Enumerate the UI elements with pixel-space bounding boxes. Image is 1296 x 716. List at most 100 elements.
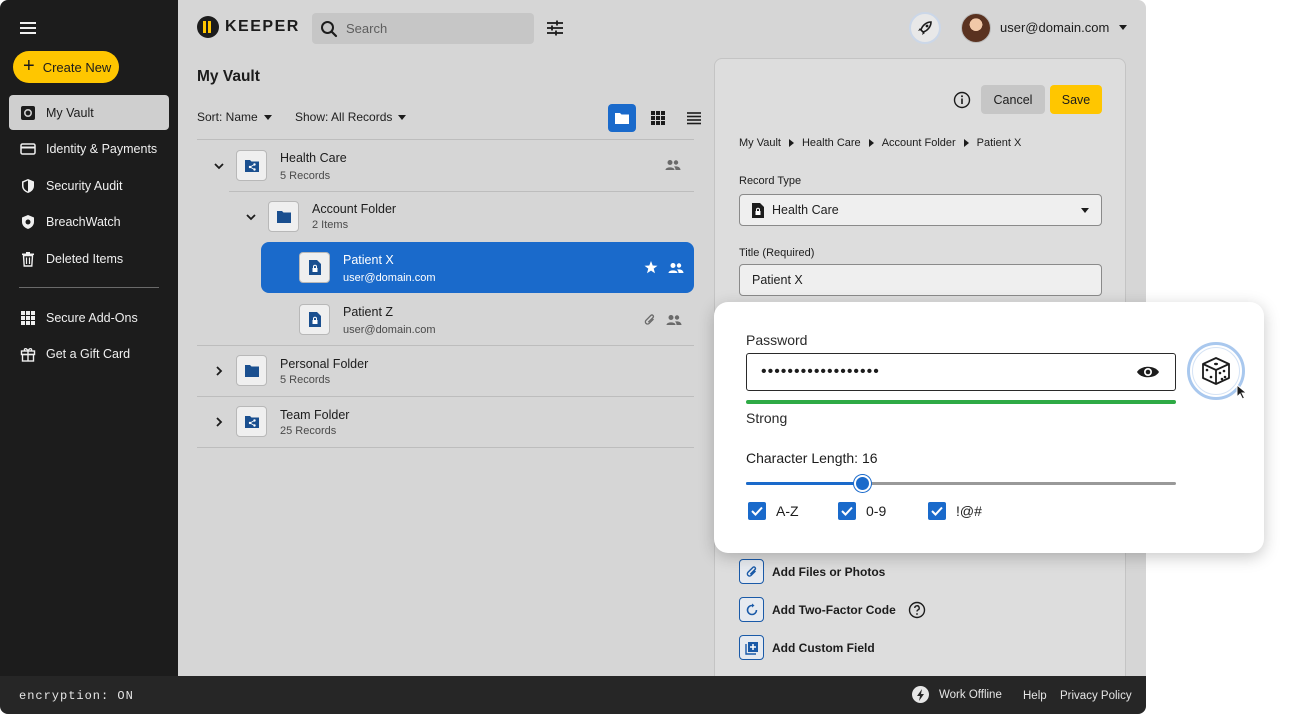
- privacy-policy-link[interactable]: Privacy Policy: [1060, 690, 1132, 702]
- shared-users-icon: [666, 315, 682, 325]
- sidebar-item-label: Get a Gift Card: [46, 347, 131, 362]
- keeper-logo-icon: [197, 16, 219, 38]
- search-icon: [321, 20, 338, 37]
- sidebar-item-secure-add-ons[interactable]: Secure Add-Ons: [9, 300, 169, 335]
- record-type-label: Record Type: [739, 175, 802, 187]
- add-custom-field-button[interactable]: Add Custom Field: [739, 635, 875, 660]
- grid-icon: [651, 111, 665, 125]
- info-icon[interactable]: [953, 91, 971, 109]
- avatar[interactable]: [961, 13, 991, 43]
- plus-box-icon: [739, 635, 764, 660]
- card-icon: [20, 143, 36, 155]
- chevron-down-icon: [1119, 25, 1128, 30]
- add-two-factor-button[interactable]: Add Two-Factor Code: [739, 597, 926, 622]
- slider-fill: [746, 482, 863, 485]
- help-icon[interactable]: [908, 601, 926, 619]
- create-new-button[interactable]: + Create New: [13, 51, 119, 83]
- uppercase-label: A-Z: [776, 503, 799, 519]
- uppercase-checkbox[interactable]: A-Z: [748, 502, 838, 520]
- cancel-button[interactable]: Cancel: [981, 85, 1045, 114]
- rocket-button[interactable]: [909, 12, 941, 44]
- row-sub: 5 Records: [280, 170, 331, 182]
- attachment-icon: [644, 314, 655, 325]
- keeper-logo: KEEPER: [197, 16, 300, 38]
- shared-users-icon: [668, 262, 684, 273]
- title-field[interactable]: Patient X: [739, 264, 1102, 296]
- folder-view-button[interactable]: [608, 104, 636, 132]
- row-divider: [197, 447, 694, 448]
- row-icons: [644, 313, 682, 327]
- record-type-select[interactable]: Health Care: [739, 194, 1102, 226]
- chevron-down-icon[interactable]: [213, 160, 225, 172]
- chevron-down-icon: [263, 114, 272, 120]
- user-menu[interactable]: user@domain.com: [1000, 20, 1128, 35]
- sidebar-item-identity-payments[interactable]: Identity & Payments: [9, 132, 169, 167]
- row-sub: 5 Records: [280, 374, 331, 386]
- chevron-right-icon[interactable]: [213, 416, 225, 428]
- add-files-button[interactable]: Add Files or Photos: [739, 559, 885, 584]
- breadcrumb-item[interactable]: My Vault: [739, 137, 781, 149]
- sort-dropdown[interactable]: Sort: Name: [197, 110, 272, 124]
- shared-folder-icon: [236, 150, 267, 181]
- sidebar-item-security-audit[interactable]: Security Audit: [9, 168, 169, 203]
- shared-folder-icon: [236, 406, 267, 437]
- save-button[interactable]: Save: [1050, 85, 1102, 114]
- symbols-checkbox[interactable]: !@#: [928, 502, 982, 520]
- add-custom-field-label: Add Custom Field: [772, 640, 875, 655]
- chevron-down-icon: [398, 114, 407, 120]
- breadcrumb-item[interactable]: Patient X: [977, 137, 1022, 149]
- character-options: A-Z 0-9 !@#: [748, 502, 982, 520]
- list-item[interactable]: Account Folder 2 Items: [197, 191, 694, 242]
- chevron-right-icon[interactable]: [213, 365, 225, 377]
- chevron-down-icon: [1081, 208, 1089, 213]
- character-length-slider[interactable]: [746, 475, 1176, 492]
- password-strength-text: Strong: [746, 410, 788, 426]
- title-value: Patient X: [752, 273, 803, 287]
- list-item[interactable]: Patient Z user@domain.com: [197, 294, 694, 345]
- rocket-icon: [918, 21, 932, 35]
- list-item[interactable]: Health Care 5 Records: [197, 140, 694, 191]
- sidebar-item-gift-card[interactable]: Get a Gift Card: [9, 337, 169, 372]
- work-offline-label: Work Offline: [939, 688, 1002, 701]
- digits-checkbox[interactable]: 0-9: [838, 502, 928, 520]
- menu-icon[interactable]: [20, 22, 36, 34]
- user-email: user@domain.com: [1000, 20, 1110, 35]
- breadcrumb-item[interactable]: Health Care: [802, 137, 861, 149]
- vault-icon: [21, 105, 35, 120]
- gift-icon: [20, 348, 36, 363]
- sidebar-item-my-vault[interactable]: My Vault: [9, 95, 169, 130]
- row-name: Patient Z: [343, 305, 394, 319]
- row-name: Team Folder: [280, 408, 350, 422]
- star-icon[interactable]: [644, 261, 658, 274]
- grid-view-button[interactable]: [644, 104, 672, 132]
- search-bar[interactable]: [312, 13, 534, 44]
- show-dropdown[interactable]: Show: All Records: [295, 110, 407, 124]
- list-item-selected[interactable]: Patient X user@domain.com: [261, 242, 694, 293]
- work-offline-button[interactable]: Work Offline: [912, 686, 1002, 703]
- row-name: Health Care: [280, 151, 347, 165]
- help-link[interactable]: Help: [1023, 690, 1047, 702]
- row-sub: 2 Items: [312, 219, 349, 231]
- breadcrumb-item[interactable]: Account Folder: [882, 137, 956, 149]
- slider-thumb[interactable]: [854, 475, 872, 492]
- filter-sliders-icon[interactable]: [546, 19, 564, 37]
- sidebar-item-breachwatch[interactable]: BreachWatch: [9, 205, 169, 240]
- list-icon: [687, 112, 701, 125]
- list-item[interactable]: Personal Folder 5 Records: [197, 345, 694, 396]
- sidebar-divider: [19, 287, 159, 289]
- chevron-right-icon: [868, 139, 874, 147]
- search-input[interactable]: [346, 21, 516, 36]
- mouse-cursor-icon: [1236, 384, 1248, 400]
- password-input[interactable]: [746, 353, 1176, 391]
- sidebar-item-deleted-items[interactable]: Deleted Items: [9, 241, 169, 276]
- brand-name: KEEPER: [225, 18, 300, 35]
- row-sub: 25 Records: [280, 425, 337, 437]
- password-label: Password: [746, 332, 808, 348]
- sidebar-item-label: Deleted Items: [46, 251, 124, 266]
- eye-icon[interactable]: [1136, 362, 1160, 382]
- list-item[interactable]: Team Folder 25 Records: [197, 396, 694, 447]
- chevron-down-icon[interactable]: [245, 211, 257, 223]
- document-lock-icon: [752, 202, 764, 218]
- add-two-factor-label: Add Two-Factor Code: [772, 602, 896, 617]
- list-view-button[interactable]: [680, 104, 708, 132]
